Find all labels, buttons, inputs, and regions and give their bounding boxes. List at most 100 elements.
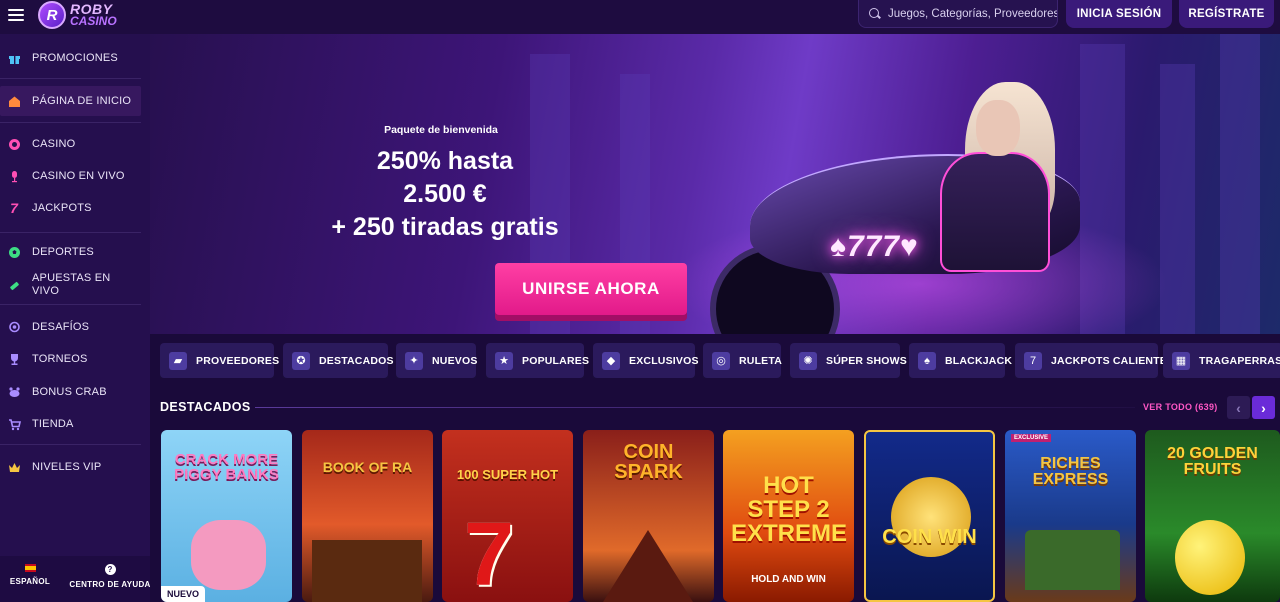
soccer-ball-icon bbox=[7, 245, 21, 259]
roulette-icon: ◎ bbox=[712, 351, 730, 370]
sparkle-icon: ✦ bbox=[405, 351, 423, 370]
trophy-icon bbox=[7, 352, 21, 366]
logo-mark: R bbox=[38, 1, 66, 29]
lemon-illustration bbox=[1175, 520, 1245, 595]
category-label: EXCLUSIVOS bbox=[629, 354, 699, 367]
category-label: PROVEEDORES bbox=[196, 354, 280, 367]
live-bet-icon bbox=[7, 278, 21, 292]
sidebar-item-casino[interactable]: CASINO bbox=[0, 129, 141, 159]
next-arrow-icon[interactable]: › bbox=[1252, 396, 1275, 419]
category-destacados[interactable]: ✪ DESTACADOS bbox=[283, 343, 394, 378]
category-label: DESTACADOS bbox=[319, 354, 394, 367]
category-ruleta[interactable]: ◎ RULETA bbox=[703, 343, 783, 378]
language-label: ESPAÑOL bbox=[9, 577, 51, 586]
divider bbox=[255, 407, 1135, 408]
divider bbox=[0, 304, 141, 305]
join-now-button[interactable]: UNIRSE AHORA bbox=[495, 263, 687, 315]
game-card-20-golden-fruits[interactable]: 20 GOLDEN FRUITS bbox=[1145, 430, 1280, 602]
crab-icon bbox=[7, 385, 21, 399]
sidebar-item-tienda[interactable]: TIENDA bbox=[0, 409, 141, 439]
rider-face-illustration bbox=[976, 100, 1020, 156]
sidebar-item-promociones[interactable]: PROMOCIONES bbox=[0, 43, 141, 73]
casino-chip-icon bbox=[7, 137, 21, 151]
sidebar-item-casino-en-vivo[interactable]: CASINO EN VIVO bbox=[0, 161, 141, 191]
category-populares[interactable]: ★ POPULARES bbox=[486, 343, 589, 378]
hero-title-line: 250% hasta bbox=[376, 147, 514, 175]
rider-illustration bbox=[940, 152, 1050, 272]
search-input[interactable] bbox=[887, 7, 1057, 20]
sidebar-footer: ESPAÑOL ? CENTRO DE AYUDA bbox=[0, 556, 150, 602]
sidebar-item-label: DEPORTES bbox=[32, 245, 94, 258]
sidebar-item-jackpots[interactable]: 7 JACKPOTS bbox=[0, 193, 141, 223]
category-label: BLACKJACK bbox=[945, 354, 1013, 367]
game-card-coin-win[interactable]: COIN WIN bbox=[864, 430, 995, 602]
game-subtitle: HOLD AND WIN bbox=[751, 574, 826, 585]
sidebar-item-label: TORNEOS bbox=[32, 352, 88, 365]
category-super-shows[interactable]: ✺ SÚPER SHOWS bbox=[790, 343, 907, 378]
game-card-hot-step-2-extreme[interactable]: HOT STEP 2 EXTREME HOLD AND WIN bbox=[723, 430, 854, 602]
sidebar-item-label: CASINO EN VIVO bbox=[32, 169, 125, 182]
microphone-icon bbox=[7, 169, 21, 183]
category-label: JACKPOTS CALIENTES bbox=[1051, 354, 1175, 367]
sidebar-item-label: PÁGINA DE INICIO bbox=[32, 94, 132, 107]
category-proveedores[interactable]: ▰ PROVEEDORES bbox=[160, 343, 279, 378]
menu-toggle-icon[interactable] bbox=[8, 8, 24, 22]
gift-icon bbox=[7, 51, 21, 65]
temple-illustration bbox=[312, 540, 422, 602]
sidebar-item-label: DESAFÍOS bbox=[32, 320, 90, 333]
pig-illustration bbox=[191, 520, 266, 590]
category-label: RULETA bbox=[739, 354, 783, 367]
hero-banner[interactable]: ♠777♥ Paquete de bienvenida 250% hasta 2… bbox=[150, 34, 1280, 334]
featured-title: DESTACADOS bbox=[160, 400, 251, 414]
category-label: NUEVOS bbox=[432, 354, 478, 367]
login-button[interactable]: INICIA SESIÓN bbox=[1066, 0, 1172, 28]
game-title: COIN WIN bbox=[882, 526, 977, 548]
game-card-riches-express[interactable]: EXCLUSIVE RICHES EXPRESS bbox=[1005, 430, 1136, 602]
language-selector[interactable]: ESPAÑOL bbox=[10, 564, 50, 586]
medal-icon bbox=[7, 320, 21, 334]
sidebar-item-apuestas-en-vivo[interactable]: APUESTAS EN VIVO bbox=[0, 270, 141, 300]
prev-arrow-icon[interactable]: ‹ bbox=[1227, 396, 1250, 419]
spade-icon: ♠ bbox=[918, 351, 936, 370]
category-nuevos[interactable]: ✦ NUEVOS bbox=[396, 343, 478, 378]
logo-text: ROBY CASINO bbox=[70, 1, 117, 28]
sidebar-item-label: APUESTAS EN VIVO bbox=[32, 272, 111, 297]
sidebar-item-label: JACKPOTS bbox=[32, 201, 92, 214]
game-card-100-super-hot[interactable]: 100 SUPER HOT 7 bbox=[442, 430, 573, 602]
cart-icon bbox=[7, 417, 21, 431]
sidebar-item-label: NIVELES VIP bbox=[32, 460, 102, 473]
divider bbox=[0, 78, 141, 79]
city-building bbox=[1220, 34, 1260, 334]
game-title: HOT STEP 2 EXTREME bbox=[731, 472, 848, 547]
game-card-book-of-ra[interactable]: BOOK OF RA bbox=[302, 430, 433, 602]
folder-icon: ▰ bbox=[169, 351, 187, 370]
search-box[interactable] bbox=[858, 0, 1058, 28]
see-all-link[interactable]: VER TODO (639) bbox=[1143, 402, 1218, 412]
exclusive-badge: EXCLUSIVE bbox=[1011, 434, 1052, 442]
sidebar-item-desafios[interactable]: DESAFÍOS bbox=[0, 312, 141, 342]
help-center-link[interactable]: ? CENTRO DE AYUDA bbox=[69, 564, 151, 589]
register-button[interactable]: REGÍSTRATE bbox=[1179, 0, 1274, 28]
logo-line2: CASINO bbox=[70, 13, 117, 28]
category-exclusivos[interactable]: ◆ EXCLUSIVOS bbox=[593, 343, 698, 378]
sidebar-item-torneos[interactable]: TORNEOS bbox=[0, 344, 141, 374]
category-bar: ▰ PROVEEDORES ✪ DESTACADOS ✦ NUEVOS ★ PO… bbox=[160, 343, 1280, 378]
sidebar-item-niveles-vip[interactable]: NIVELES VIP bbox=[0, 452, 141, 482]
category-tragaperras[interactable]: ▦ TRAGAPERRAS bbox=[1163, 343, 1280, 378]
top-bar: R ROBY CASINO INICIA SESIÓN REGÍSTRATE bbox=[0, 0, 1280, 34]
category-label: SÚPER SHOWS bbox=[826, 354, 907, 367]
game-title: 100 SUPER HOT bbox=[456, 467, 559, 482]
star-icon: ★ bbox=[495, 351, 513, 370]
logo[interactable]: R ROBY CASINO bbox=[38, 0, 117, 30]
sidebar-item-deportes[interactable]: DEPORTES bbox=[0, 237, 141, 267]
category-blackjack[interactable]: ♠ BLACKJACK bbox=[909, 343, 1012, 378]
sidebar-item-pagina-de-inicio[interactable]: PÁGINA DE INICIO bbox=[0, 86, 141, 116]
game-card-coin-spark[interactable]: COIN SPARK bbox=[583, 430, 714, 602]
category-jackpots-calientes[interactable]: 7 JACKPOTS CALIENTES bbox=[1015, 343, 1174, 378]
volcano-illustration bbox=[603, 530, 693, 602]
divider bbox=[0, 444, 141, 445]
game-card-crack-more-piggy-banks[interactable]: CRACK MORE PIGGY BANKS NUEVO bbox=[161, 430, 292, 602]
help-label: CENTRO DE AYUDA bbox=[69, 580, 151, 589]
bike-plate: ♠777♥ bbox=[830, 230, 919, 263]
sidebar-item-bonus-crab[interactable]: BONUS CRAB bbox=[0, 377, 141, 407]
